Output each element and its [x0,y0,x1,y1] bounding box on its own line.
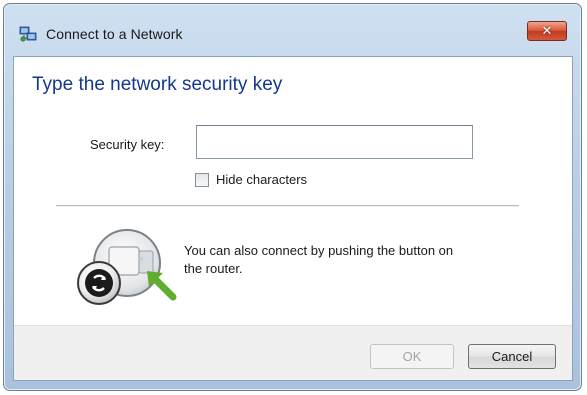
close-icon: ✕ [541,23,553,39]
ok-button[interactable]: OK [370,344,454,369]
dialog-content: Type the network security key Security k… [13,56,573,381]
router-wps-button-icon [77,229,177,305]
hide-characters-option[interactable]: Hide characters [195,172,307,187]
cancel-button[interactable]: Cancel [468,344,556,369]
window-title: Connect to a Network [46,26,183,42]
button-bar: OK Cancel [14,325,572,380]
hide-characters-checkbox[interactable] [195,172,209,187]
network-icon [19,26,37,42]
divider [56,205,519,207]
close-button[interactable]: ✕ [527,21,567,41]
title-bar[interactable]: Connect to a Network ✕ [4,4,581,56]
security-key-input[interactable] [196,125,473,159]
hide-characters-label[interactable]: Hide characters [216,172,307,187]
wps-instruction-text: You can also connect by pushing the butt… [184,243,454,276]
dialog-window: Connect to a Network ✕ Type the network … [3,3,582,391]
security-key-label: Security key: [90,137,165,152]
page-title: Type the network security key [32,74,283,95]
